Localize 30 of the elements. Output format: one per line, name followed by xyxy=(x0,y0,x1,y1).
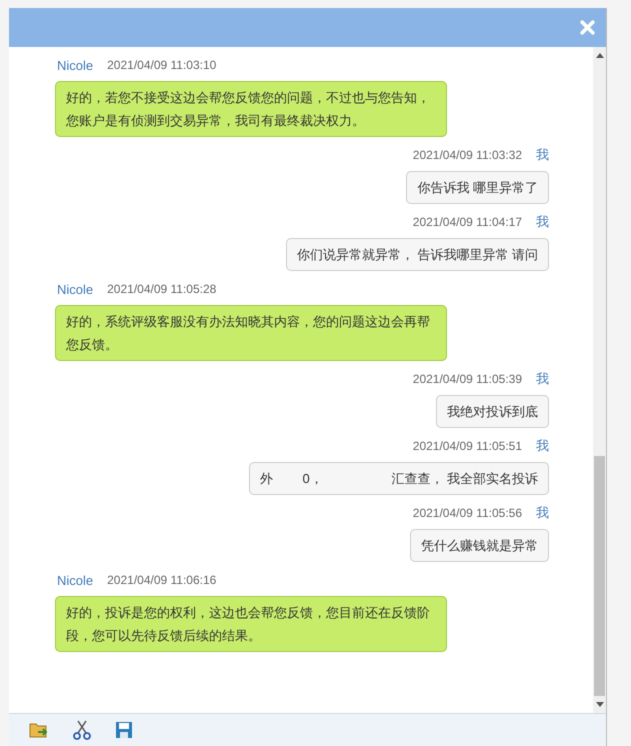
sender-name: Nicole xyxy=(57,572,94,588)
scrollbar[interactable] xyxy=(593,47,606,713)
sender-name: 我 xyxy=(536,370,549,388)
message-time: 2021/04/09 11:05:51 xyxy=(412,439,522,453)
sender-name: 我 xyxy=(536,437,549,455)
message-time: 2021/04/09 11:03:32 xyxy=(412,148,522,162)
scissors-icon[interactable] xyxy=(73,720,91,740)
message-bubble: 外 0， 汇查查， 我全部实名投诉 xyxy=(248,462,549,495)
sender-name: 我 xyxy=(536,504,549,522)
message-time: 2021/04/09 11:05:39 xyxy=(412,372,522,386)
message-bubble: 你们说异常就异常， 告诉我哪里异常 请问 xyxy=(286,238,549,271)
message-time: 2021/04/09 11:06:16 xyxy=(107,573,216,587)
scroll-up-icon[interactable] xyxy=(596,53,604,58)
folder-icon[interactable] xyxy=(29,721,49,739)
message-bubble: 好的，系统评级客服没有办法知晓其内容，您的问题这边会再帮您反馈。 xyxy=(55,305,447,361)
message-time: 2021/04/09 11:05:28 xyxy=(107,282,216,296)
sender-name: Nicole xyxy=(57,58,94,72)
sender-name: 我 xyxy=(536,146,549,164)
sender-name: 我 xyxy=(536,213,549,231)
message-time: 2021/04/09 11:03:10 xyxy=(107,58,216,72)
message-bubble: 我绝对投诉到底 xyxy=(436,395,549,428)
message-time: 2021/04/09 11:05:56 xyxy=(412,506,522,520)
message-bubble: 你告诉我 哪里异常了 xyxy=(406,171,549,204)
message-bubble: 凭什么赚钱就是异常 xyxy=(410,529,549,562)
message-bubble: 好的，若您不接受这边会帮您反馈您的问题，不过也与您告知，您账户是有侦测到交易异常，我司有最终裁决权力。 xyxy=(55,81,447,137)
scroll-down-icon[interactable] xyxy=(596,702,604,707)
save-icon[interactable] xyxy=(115,721,133,739)
sender-name: Nicole xyxy=(57,282,94,296)
message-bubble: 好的，投诉是您的权利，这边也会帮您反馈，您目前还在反馈阶段，您可以先待反馈后续的结果。 xyxy=(55,596,447,652)
message-time: 2021/04/09 11:04:17 xyxy=(412,215,522,229)
